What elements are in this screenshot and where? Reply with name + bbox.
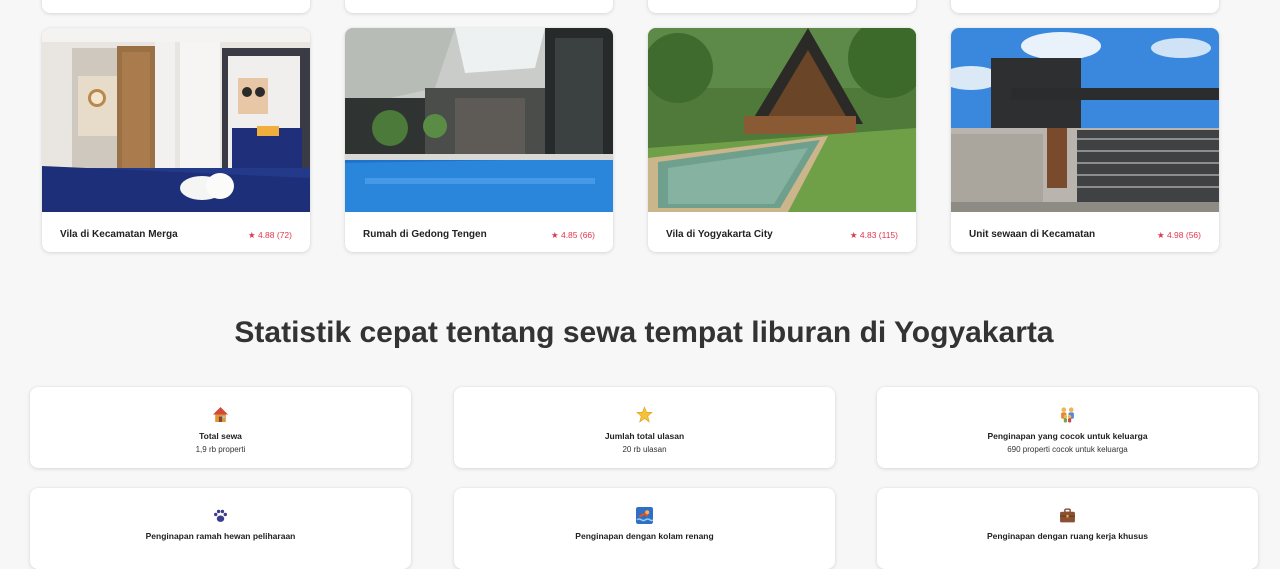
stat-label: Penginapan ramah hewan peliharaan (145, 531, 296, 541)
paw-icon (30, 507, 411, 524)
stat-label: Total sewa (199, 431, 242, 441)
listing-card-previous-row[interactable] (345, 0, 613, 13)
family-icon (877, 406, 1258, 423)
house-icon (30, 406, 411, 423)
listing-title[interactable]: Vila di Yogyakarta City (666, 229, 773, 240)
listing-card[interactable]: Vila di Yogyakarta City ★ 4.83 (115) (648, 28, 916, 252)
stat-value: 690 properti cocok untuk keluarga (1007, 445, 1128, 454)
listing-title[interactable]: Vila di Kecamatan Merga (60, 229, 178, 240)
listing-card[interactable]: Rumah di Gedong Tengen ★ 4.85 (66) (345, 28, 613, 252)
stat-value: 20 rb ulasan (622, 445, 667, 454)
indoor-pool-photo (345, 28, 613, 212)
stat-card-total-reviews: Jumlah total ulasan 20 rb ulasan (454, 387, 835, 468)
listing-card[interactable]: Vila di Kecamatan Merga ★ 4.88 (72) (42, 28, 310, 252)
listing-title[interactable]: Rumah di Gedong Tengen (363, 229, 487, 240)
stat-card-workspace: Penginapan dengan ruang kerja khusus (877, 488, 1258, 569)
listing-rating: ★ 4.98 (56) (1156, 230, 1201, 240)
listing-card-previous-row[interactable] (951, 0, 1219, 13)
stat-label: Penginapan dengan ruang kerja khusus (986, 531, 1149, 541)
listing-rating: ★ 4.83 (115) (849, 230, 898, 240)
stat-value: 1,9 rb properti (195, 445, 246, 454)
listing-card-previous-row[interactable] (42, 0, 310, 13)
swimmer-icon (454, 507, 835, 524)
stats-section-title: Statistik cepat tentang sewa tempat libu… (234, 316, 1054, 349)
stat-card-pool: Penginapan dengan kolam renang (454, 488, 835, 569)
listing-card[interactable]: Unit sewaan di Kecamatan ★ 4.98 (56) (951, 28, 1219, 252)
a-frame-villa-photo (648, 28, 916, 212)
modern-house-photo (951, 28, 1219, 212)
stat-label: Penginapan yang cocok untuk keluarga (987, 431, 1148, 441)
listing-rating: ★ 4.85 (66) (550, 230, 595, 240)
star-icon (454, 406, 835, 423)
stat-label: Jumlah total ulasan (604, 431, 685, 441)
listing-card-previous-row[interactable] (648, 0, 916, 13)
listing-rating: ★ 4.88 (72) (247, 230, 292, 240)
briefcase-icon (877, 507, 1258, 524)
listing-title[interactable]: Unit sewaan di Kecamatan (969, 229, 1095, 240)
stat-card-total-rentals: Total sewa 1,9 rb properti (30, 387, 411, 468)
stat-card-pet-friendly: Penginapan ramah hewan peliharaan (30, 488, 411, 569)
stat-card-family-friendly: Penginapan yang cocok untuk keluarga 690… (877, 387, 1258, 468)
bedroom-photo (42, 28, 310, 212)
stat-label: Penginapan dengan kolam renang (575, 531, 714, 541)
